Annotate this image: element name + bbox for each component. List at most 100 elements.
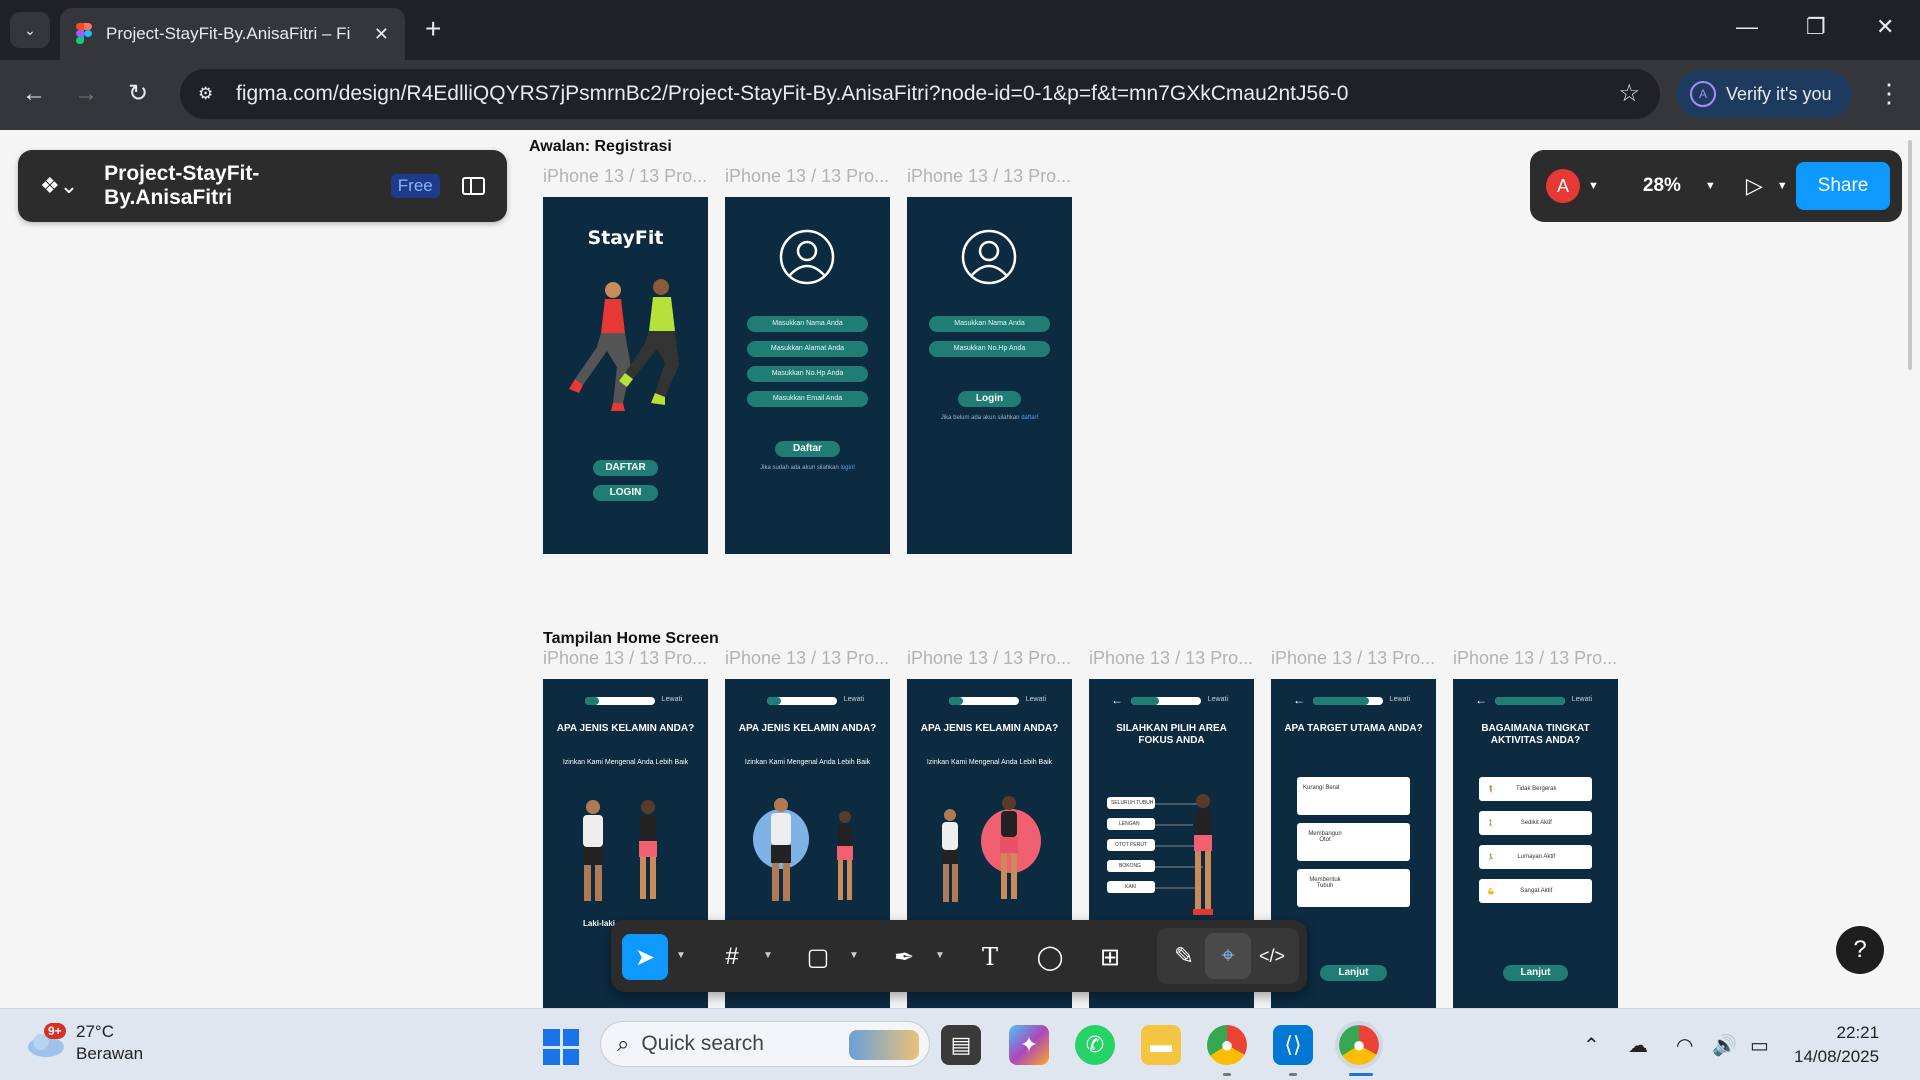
task-view-icon[interactable]: ▤ [941, 1025, 981, 1065]
focus-option[interactable]: OTOT PERUT [1107, 839, 1155, 851]
comment-tool-icon[interactable]: ◯ [1027, 934, 1073, 980]
reload-icon[interactable]: ↻ [128, 80, 148, 108]
zoom-level[interactable]: 28% [1643, 175, 1681, 197]
target-option[interactable]: Membentuk Tubuh [1297, 869, 1410, 907]
design-mode-icon[interactable]: ⌖ [1205, 933, 1251, 979]
file-explorer-icon[interactable]: ▬ [1141, 1025, 1181, 1065]
show-hidden-icons-icon[interactable]: ⌃ [1583, 1033, 1600, 1058]
daftar-button[interactable]: DAFTAR [593, 460, 658, 476]
target-option[interactable]: Membangun Otot [1297, 823, 1410, 861]
figma-canvas[interactable]: ❖⌄ Project-StayFit-By.AnisaFitri Free A … [0, 130, 1920, 1008]
focus-option[interactable]: KAKI [1107, 881, 1155, 893]
move-tool-icon[interactable]: ➤ [622, 934, 668, 980]
battery-icon[interactable]: ▭ [1750, 1033, 1769, 1058]
chevron-down-icon[interactable]: ▼ [849, 950, 859, 961]
text-tool-icon[interactable]: T [967, 934, 1013, 980]
chevron-down-icon[interactable]: ▼ [935, 950, 945, 961]
phone-field[interactable]: Masukkan No.Hp Anda [929, 341, 1050, 357]
skip-link[interactable]: Lewati [662, 696, 682, 703]
back-arrow-icon[interactable]: ← [1111, 693, 1123, 707]
chevron-down-icon[interactable]: ▼ [1777, 180, 1788, 192]
file-name[interactable]: Project-StayFit-By.AnisaFitri [104, 162, 377, 210]
skip-link[interactable]: Lewati [1572, 696, 1592, 703]
frame-label[interactable]: iPhone 13 / 13 Pro... [725, 166, 889, 187]
frame-tool-icon[interactable]: # [709, 934, 755, 980]
name-field[interactable]: Masukkan Nama Anda [929, 316, 1050, 332]
forward-icon[interactable]: → [74, 80, 98, 108]
chevron-down-icon[interactable]: ▼ [676, 950, 686, 961]
site-settings-icon[interactable]: ⚙ [198, 84, 224, 104]
verify-button[interactable]: A Verify it's you [1676, 70, 1852, 118]
windows-start-icon[interactable] [543, 1029, 579, 1065]
register-frame[interactable]: Masukkan Nama Anda Masukkan Alamat Anda … [725, 197, 890, 554]
figma-menu-icon[interactable]: ❖⌄ [40, 173, 78, 199]
minimize-icon[interactable]: — [1736, 14, 1758, 40]
frame-label[interactable]: iPhone 13 / 13 Pro... [725, 648, 889, 669]
actions-tool-icon[interactable]: ⊞ [1087, 934, 1133, 980]
help-button[interactable]: ? [1836, 926, 1884, 974]
new-tab-icon[interactable]: + [425, 14, 441, 44]
chevron-down-icon[interactable]: ▼ [1588, 180, 1599, 192]
tab-search-button[interactable]: ⌄ [10, 12, 50, 48]
activity-option[interactable]: 🚶 Sedikit Aktif [1479, 811, 1592, 835]
frame-label[interactable]: iPhone 13 / 13 Pro... [1271, 648, 1435, 669]
chrome-profile-icon[interactable]: ● [1207, 1025, 1247, 1065]
frame-label[interactable]: iPhone 13 / 13 Pro... [543, 648, 707, 669]
login-button[interactable]: LOGIN [593, 485, 658, 501]
back-arrow-icon[interactable]: ← [1293, 693, 1305, 707]
frame-label[interactable]: iPhone 13 / 13 Pro... [1453, 648, 1617, 669]
back-arrow-icon[interactable]: ← [1475, 693, 1487, 707]
frame-label[interactable]: iPhone 13 / 13 Pro... [907, 166, 1071, 187]
present-play-icon[interactable]: ▷ [1746, 173, 1763, 199]
register-button[interactable]: Daftar [775, 441, 840, 457]
close-window-icon[interactable]: ✕ [1876, 14, 1894, 40]
rectangle-tool-icon[interactable]: ▢ [795, 934, 841, 980]
wifi-icon[interactable]: ◠ [1676, 1033, 1693, 1058]
pen-tool-icon[interactable]: ✒ [881, 934, 927, 980]
skip-link[interactable]: Lewati [1026, 696, 1046, 703]
frame-label[interactable]: iPhone 13 / 13 Pro... [1089, 648, 1253, 669]
continue-button[interactable]: Lanjut [1503, 965, 1568, 981]
chrome-active-icon[interactable]: ● [1335, 1021, 1383, 1069]
taskbar-search[interactable]: ⌕ Quick search [600, 1021, 930, 1067]
target-option[interactable]: Kurangi Berat [1297, 777, 1410, 815]
activity-option[interactable]: 💪 Sangat Aktif [1479, 879, 1592, 903]
back-icon[interactable]: ← [22, 80, 46, 108]
skip-link[interactable]: Lewati [1390, 696, 1410, 703]
weather-widget[interactable]: 9+ 27°C Berawan [26, 1021, 143, 1065]
browser-tab[interactable]: Project-StayFit-By.AnisaFitri – Fi ✕ [60, 8, 405, 60]
plan-badge[interactable]: Free [390, 174, 440, 198]
frame-label[interactable]: iPhone 13 / 13 Pro... [543, 166, 707, 187]
vertical-scrollbar[interactable] [1908, 140, 1912, 370]
volume-icon[interactable]: 🔊 [1712, 1033, 1737, 1058]
continue-button[interactable]: Lanjut [1320, 965, 1387, 981]
focus-option[interactable]: LENGAN [1107, 818, 1155, 830]
phone-field[interactable]: Masukkan No.Hp Anda [747, 366, 868, 382]
url-text[interactable]: figma.com/design/R4EdlliQQYRS7jPsmrnBc2/… [236, 82, 1349, 106]
toggle-sidebar-icon[interactable] [461, 177, 485, 195]
system-clock[interactable]: 22:21 14/08/2025 [1794, 1021, 1879, 1069]
address-bar[interactable]: ⚙ figma.com/design/R4EdlliQQYRS7jPsmrnBc… [180, 69, 1660, 119]
share-button[interactable]: Share [1796, 162, 1890, 210]
focus-option[interactable]: BOKONG [1107, 860, 1155, 872]
login-frame[interactable]: Masukkan Nama Anda Masukkan No.Hp Anda L… [907, 197, 1072, 554]
frame-label[interactable]: iPhone 13 / 13 Pro... [907, 648, 1071, 669]
focus-option[interactable]: SELURUH TUBUH [1107, 797, 1155, 809]
splash-frame[interactable]: StayFit DAFTAR LOGIN [543, 197, 708, 554]
user-avatar[interactable]: A [1546, 169, 1580, 203]
chevron-down-icon[interactable]: ▼ [763, 950, 773, 961]
skip-link[interactable]: Lewati [844, 696, 864, 703]
draw-mode-icon[interactable]: ✎ [1161, 933, 1207, 979]
activity-option[interactable]: 🏃 Lumayan Aktif [1479, 845, 1592, 869]
vscode-icon[interactable]: ⟨⟩ [1273, 1025, 1313, 1065]
skip-link[interactable]: Lewati [1208, 696, 1228, 703]
browser-menu-icon[interactable]: ⋮ [1876, 78, 1902, 109]
login-button[interactable]: Login [958, 391, 1021, 407]
address-field[interactable]: Masukkan Alamat Anda [747, 341, 868, 357]
onedrive-icon[interactable]: ☁ [1628, 1033, 1648, 1058]
whatsapp-icon[interactable]: ✆ [1075, 1025, 1115, 1065]
copilot-icon[interactable]: ✦ [1009, 1025, 1049, 1065]
close-tab-icon[interactable]: ✕ [374, 24, 389, 45]
email-field[interactable]: Masukkan Email Anda [747, 391, 868, 407]
dev-mode-icon[interactable]: </> [1249, 933, 1295, 979]
